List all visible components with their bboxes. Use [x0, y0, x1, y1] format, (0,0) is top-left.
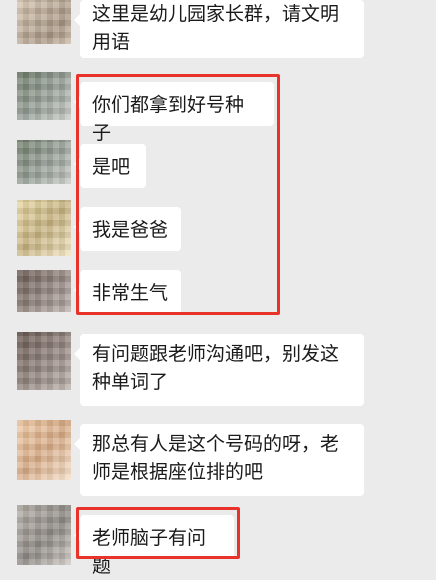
avatar[interactable]: [17, 332, 71, 390]
message-bubble[interactable]: 你们都拿到好号种子: [74, 82, 274, 144]
avatar[interactable]: [17, 505, 71, 565]
message-text: 非常生气: [92, 282, 169, 304]
avatar[interactable]: [17, 140, 71, 184]
message-bubble[interactable]: 有问题跟老师沟通吧，别发这种单词了: [74, 334, 364, 406]
avatar[interactable]: [17, 270, 71, 312]
avatar[interactable]: [17, 72, 71, 120]
message-bubble[interactable]: 这里是幼儿园家长群，请文明用语: [74, 0, 364, 58]
message-text: 那总有人是这个号码的呀，老师是根据座位排的吧: [92, 433, 340, 483]
message-bubble[interactable]: 那总有人是这个号码的呀，老师是根据座位排的吧: [74, 424, 364, 496]
message-bubble[interactable]: 是吧: [74, 144, 146, 188]
avatar[interactable]: [17, 0, 71, 44]
message-bubble[interactable]: 非常生气: [74, 270, 181, 314]
message-text: 有问题跟老师沟通吧，别发这种单词了: [92, 343, 340, 393]
message-bubble[interactable]: 我是爸爸: [74, 207, 181, 251]
message-text: 是吧: [92, 156, 131, 178]
avatar[interactable]: [17, 200, 71, 256]
message-text: 老师脑子有问题: [92, 527, 207, 577]
message-text: 这里是幼儿园家长群，请文明用语: [92, 3, 340, 53]
avatar[interactable]: [17, 420, 71, 480]
message-text: 你们都拿到好号种子: [92, 94, 245, 144]
message-text: 我是爸爸: [92, 219, 169, 241]
message-bubble[interactable]: 老师脑子有问题: [74, 515, 234, 577]
